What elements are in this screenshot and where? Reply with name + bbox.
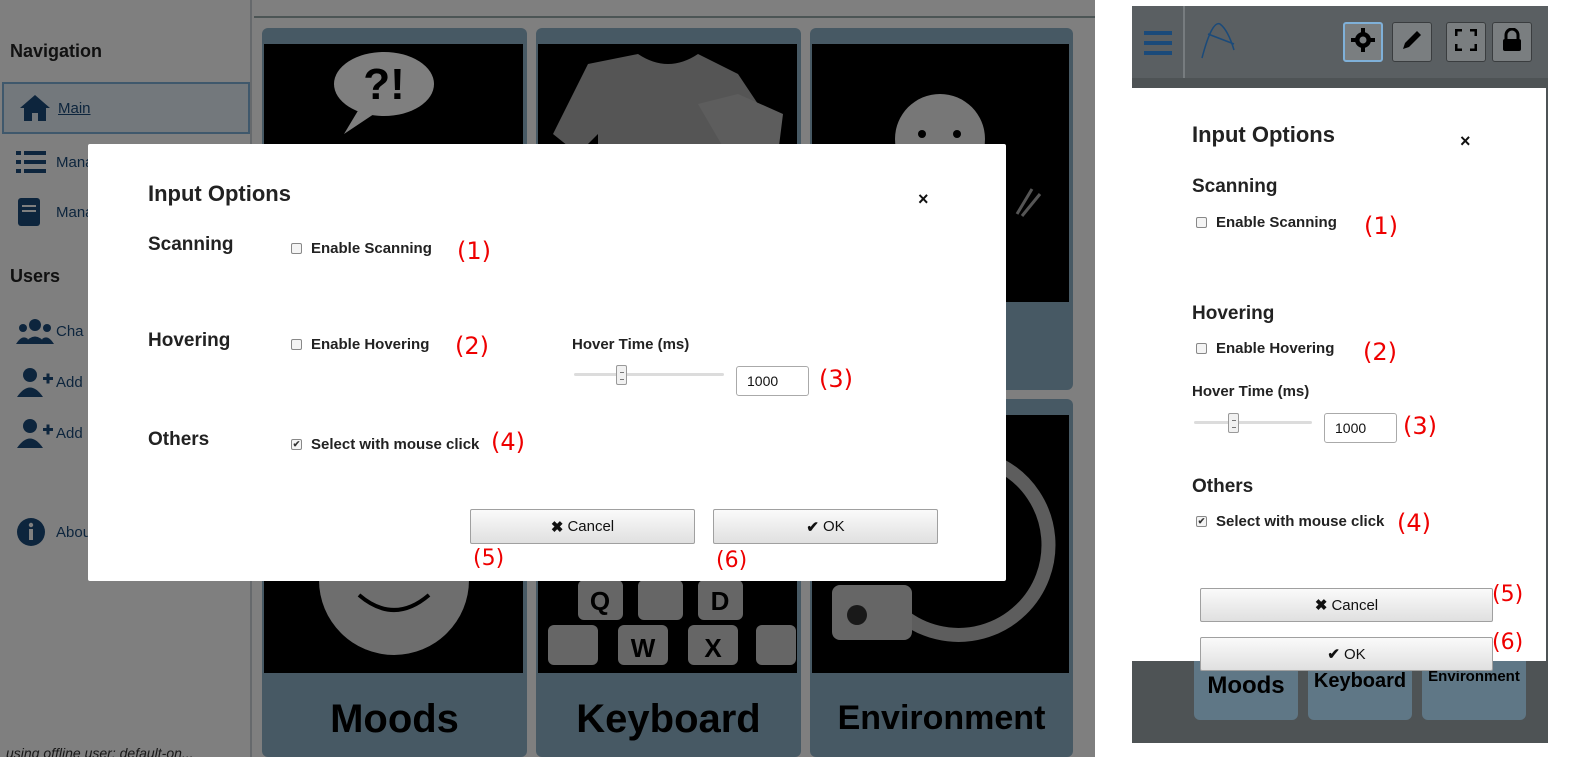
dialog-title: Input Options: [148, 181, 291, 206]
marker-6: (6): [1492, 630, 1524, 655]
slider-track[interactable]: [1194, 421, 1312, 424]
slider-thumb[interactable]: [616, 365, 627, 385]
lock-button[interactable]: [1492, 22, 1532, 62]
marker-1: (1): [457, 237, 491, 265]
slider-track[interactable]: [574, 373, 724, 376]
marker-5: (5): [1492, 582, 1524, 607]
edit-button[interactable]: [1392, 22, 1432, 62]
marker-5: (5): [473, 546, 505, 571]
app-logo-icon: [1198, 20, 1238, 67]
hovering-heading: Hovering: [1192, 303, 1275, 324]
hovering-heading: Hovering: [148, 330, 231, 351]
hover-time-slider[interactable]: [574, 365, 724, 385]
hover-time-slider[interactable]: [1194, 413, 1312, 433]
button-label: OK: [1343, 645, 1366, 663]
checkbox-label: Select with mouse click: [1216, 513, 1385, 530]
checkbox-box[interactable]: ✔: [1196, 516, 1207, 527]
hover-time-label: Hover Time (ms): [1192, 383, 1310, 400]
button-label: Cancel: [567, 518, 615, 535]
marker-3: (3): [1403, 412, 1437, 440]
ok-button[interactable]: ✔ OK: [1200, 637, 1493, 671]
marker-6: (6): [716, 548, 748, 573]
marker-4: (4): [491, 428, 525, 456]
lock-icon: [1502, 27, 1522, 57]
mobile-input-options-dialog: Input Options × Scanning Enable Scanning…: [1132, 88, 1546, 671]
mobile-view: Moods Keyboard Environment Input Options…: [1132, 6, 1548, 743]
cancel-button[interactable]: ✖ Cancel: [470, 509, 695, 544]
select-with-mouse-click-checkbox[interactable]: ✔ Select with mouse click: [291, 436, 479, 453]
button-label: OK: [822, 518, 845, 535]
scanning-heading: Scanning: [148, 234, 234, 255]
enable-hovering-checkbox[interactable]: Enable Hovering: [291, 336, 429, 353]
input-options-dialog: Input Options × Scanning Enable Scanning…: [88, 144, 1006, 581]
checkbox-label: Enable Scanning: [1216, 214, 1337, 231]
enable-scanning-checkbox[interactable]: Enable Scanning: [1196, 214, 1337, 231]
checkbox-label: Enable Hovering: [311, 336, 430, 353]
check-icon: ✔: [806, 518, 819, 536]
close-icon: ✖: [550, 518, 564, 536]
checkbox-label: Enable Hovering: [1216, 340, 1335, 357]
hamburger-menu-icon[interactable]: [1144, 30, 1172, 61]
others-heading: Others: [1192, 476, 1254, 497]
scanning-heading: Scanning: [1192, 176, 1278, 197]
checkbox-box[interactable]: [291, 243, 302, 254]
button-label: Cancel: [1331, 596, 1379, 614]
pencil-icon: [1401, 29, 1423, 56]
mobile-header: [1132, 6, 1548, 78]
fullscreen-button[interactable]: [1446, 22, 1486, 62]
checkbox-box[interactable]: ✔: [291, 439, 302, 450]
checkbox-label: Enable Scanning: [311, 240, 432, 257]
close-icon[interactable]: ×: [918, 189, 929, 210]
check-icon: ✔: [1327, 646, 1340, 663]
cancel-button[interactable]: ✖ Cancel: [1200, 588, 1493, 622]
hover-time-input[interactable]: 1000: [1324, 413, 1397, 443]
close-icon: ✖: [1314, 597, 1328, 614]
marker-4: (4): [1397, 509, 1431, 537]
enable-hovering-checkbox[interactable]: Enable Hovering: [1196, 340, 1334, 357]
slider-thumb[interactable]: [1228, 413, 1239, 433]
close-icon[interactable]: ×: [1460, 131, 1471, 152]
enable-scanning-checkbox[interactable]: Enable Scanning: [291, 240, 432, 257]
gear-icon: [1351, 27, 1375, 57]
dialog-title: Input Options: [1192, 122, 1335, 147]
screen: Navigation Main Mana Mana Users: [0, 0, 1571, 757]
checkbox-box[interactable]: [1196, 343, 1207, 354]
marker-2: (2): [1363, 338, 1397, 366]
hover-time-label: Hover Time (ms): [572, 336, 690, 353]
marker-2: (2): [455, 332, 489, 360]
fullscreen-icon: [1454, 28, 1478, 56]
checkbox-label: Select with mouse click: [311, 436, 480, 453]
settings-button[interactable]: [1343, 22, 1383, 62]
marker-3: (3): [819, 365, 853, 393]
desktop-view: Navigation Main Mana Mana Users: [0, 0, 1095, 757]
marker-1: (1): [1364, 212, 1398, 240]
checkbox-box[interactable]: [1196, 217, 1207, 228]
others-heading: Others: [148, 429, 210, 450]
checkbox-box[interactable]: [291, 339, 302, 350]
header-divider: [1183, 6, 1185, 78]
hover-time-input[interactable]: 1000: [736, 366, 809, 396]
ok-button[interactable]: ✔ OK: [713, 509, 938, 544]
select-with-mouse-click-checkbox[interactable]: ✔ Select with mouse click: [1196, 513, 1384, 530]
